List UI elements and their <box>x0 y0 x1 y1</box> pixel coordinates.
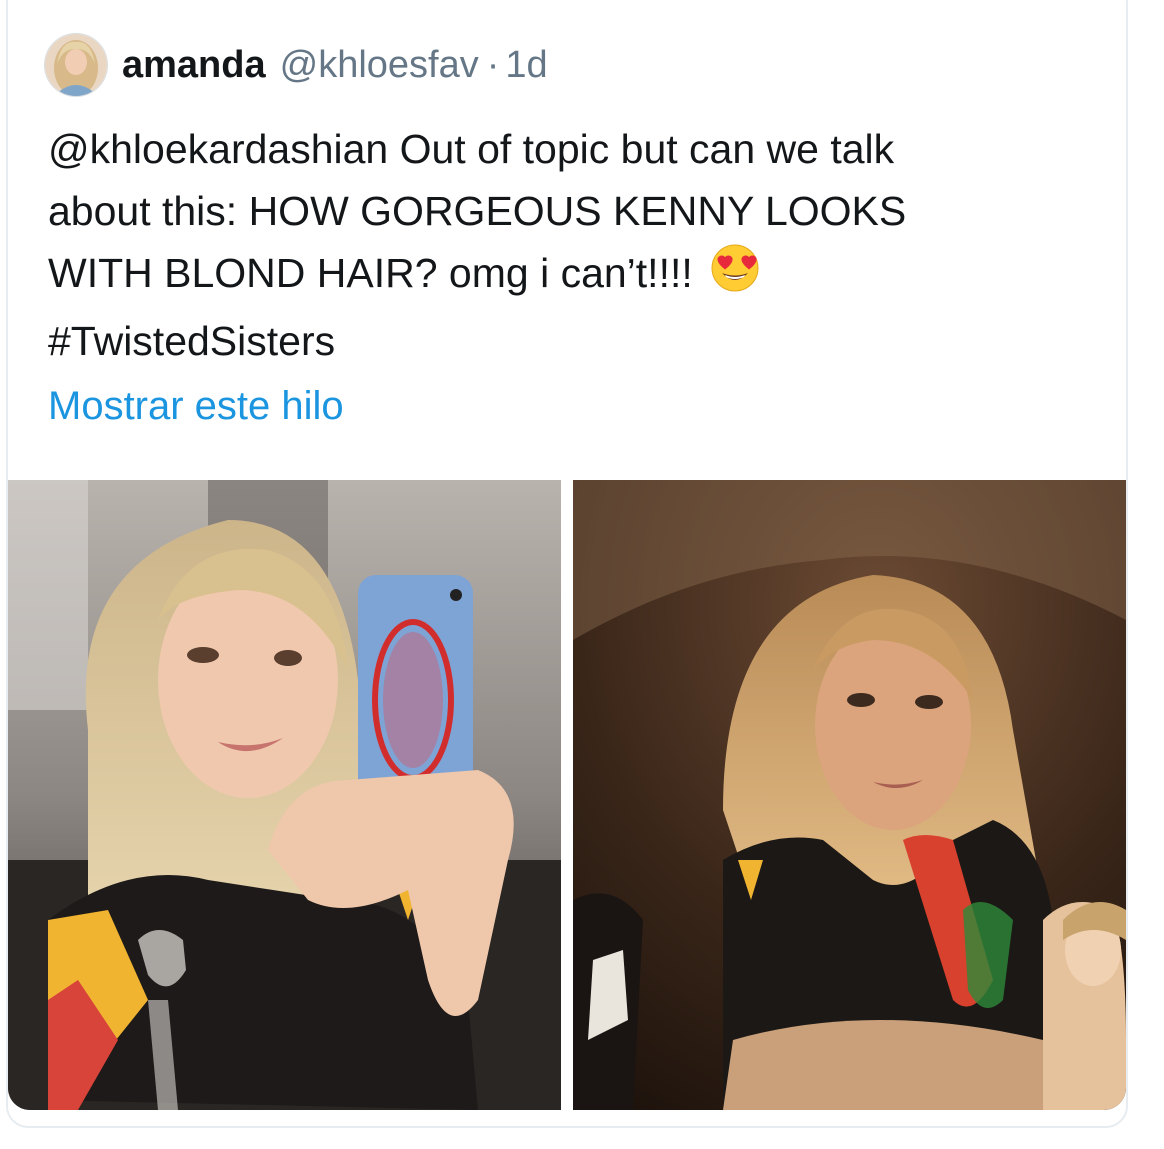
tweet-text: @khloekardashian Out of topic but can we… <box>48 118 1098 372</box>
media-grid <box>8 480 1126 1110</box>
separator-dot: · <box>486 43 500 86</box>
tweet-text-line: @khloekardashian Out of topic but can we… <box>48 126 895 172</box>
display-name[interactable]: amanda <box>122 44 266 87</box>
tweet-text-line: WITH BLOND HAIR? omg i can’t!!!! <box>48 242 1098 310</box>
photo-right[interactable] <box>573 480 1126 1110</box>
tweet-header: amanda @khloesfav · 1d <box>44 30 548 100</box>
portrait-photo-icon <box>573 480 1126 1110</box>
avatar-image <box>45 34 107 96</box>
timestamp[interactable]: 1d <box>505 44 547 87</box>
hashtag-link[interactable]: #TwistedSisters <box>48 310 1098 372</box>
tweet-text-segment: WITH BLOND HAIR? omg i can’t!!!! <box>48 250 693 296</box>
user-avatar[interactable] <box>44 33 108 97</box>
photo-left[interactable] <box>8 480 561 1110</box>
show-thread-link[interactable]: Mostrar este hilo <box>48 384 344 429</box>
heart-eyes-emoji-icon <box>710 243 760 310</box>
user-handle[interactable]: @khloesfav <box>280 44 479 87</box>
tweet-text-line: about this: HOW GORGEOUS KENNY LOOKS <box>48 188 907 234</box>
selfie-photo-icon <box>8 480 561 1110</box>
